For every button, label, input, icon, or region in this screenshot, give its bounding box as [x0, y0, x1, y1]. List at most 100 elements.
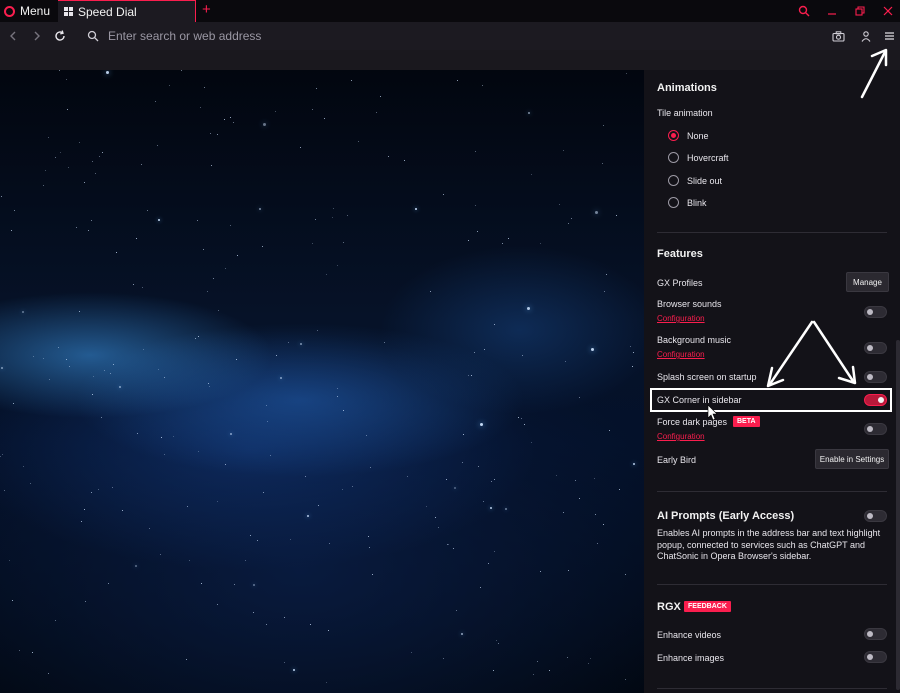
star: [84, 509, 85, 510]
gx-profiles-label: GX Profiles: [657, 278, 703, 288]
star: [79, 142, 80, 143]
section-divider: [657, 491, 887, 492]
panel-scrollbar-thumb[interactable]: [896, 340, 900, 690]
reload-button[interactable]: [52, 28, 68, 44]
star: [366, 435, 367, 436]
enhance-images-toggle[interactable]: [864, 651, 887, 663]
radio-button[interactable]: [668, 197, 679, 208]
star: [351, 80, 352, 81]
star: [518, 417, 519, 418]
feedback-badge[interactable]: FEEDBACK: [684, 601, 731, 612]
star: [106, 71, 109, 74]
back-button[interactable]: [5, 28, 21, 44]
address-input[interactable]: [108, 28, 608, 44]
star: [312, 243, 313, 244]
star: [293, 669, 295, 671]
search-icon: [798, 5, 810, 17]
star: [315, 219, 316, 220]
star: [92, 394, 93, 395]
new-tab-button[interactable]: +: [202, 1, 211, 19]
star: [482, 85, 483, 86]
star: [157, 145, 158, 146]
features-heading: Features: [657, 248, 703, 260]
star: [603, 524, 604, 525]
star: [488, 563, 489, 564]
star: [187, 506, 188, 507]
star: [448, 544, 449, 545]
background-music-toggle[interactable]: [864, 342, 887, 354]
beta-badge: BETA: [733, 416, 760, 427]
star: [55, 620, 56, 621]
star: [477, 231, 478, 232]
radio-button-selected[interactable]: [668, 130, 679, 141]
star: [370, 467, 371, 468]
star: [275, 111, 276, 112]
address-bar: [0, 22, 900, 50]
background-music-configuration-link[interactable]: Configuration: [657, 350, 705, 359]
star: [430, 291, 431, 292]
star: [1, 367, 3, 369]
section-divider: [657, 584, 887, 585]
browser-sounds-configuration-link[interactable]: Configuration: [657, 314, 705, 323]
star: [597, 543, 598, 544]
splash-screen-toggle[interactable]: [864, 371, 887, 383]
star: [342, 489, 343, 490]
radio-button[interactable]: [668, 175, 679, 186]
star: [531, 442, 532, 443]
star: [45, 170, 46, 171]
tab-speed-dial[interactable]: Speed Dial: [58, 0, 196, 22]
browser-sounds-toggle[interactable]: [864, 306, 887, 318]
star: [23, 466, 24, 467]
radio-label: None: [687, 130, 709, 141]
star: [173, 436, 174, 437]
animations-heading: Animations: [657, 82, 717, 94]
manage-profiles-button[interactable]: Manage: [846, 272, 889, 292]
forward-button[interactable]: [29, 28, 45, 44]
snapshot-button[interactable]: [830, 28, 846, 44]
star: [217, 604, 218, 605]
radio-button[interactable]: [668, 152, 679, 163]
star: [426, 506, 427, 507]
tile-animation-label: Tile animation: [657, 108, 713, 118]
close-button[interactable]: [874, 0, 900, 22]
account-button[interactable]: [858, 28, 874, 44]
radio-blink[interactable]: Blink: [668, 197, 707, 208]
star: [141, 164, 142, 165]
star: [149, 528, 150, 529]
star: [33, 356, 34, 357]
search-icon: [87, 30, 99, 42]
force-dark-configuration-link[interactable]: Configuration: [657, 432, 705, 441]
star: [326, 682, 327, 683]
star: [462, 462, 463, 463]
opera-menu-button[interactable]: Menu: [4, 2, 50, 20]
easy-setup-button[interactable]: [881, 28, 897, 44]
star: [626, 73, 627, 74]
star: [143, 349, 144, 350]
star: [333, 208, 334, 209]
radio-slide-out[interactable]: Slide out: [668, 175, 722, 186]
star: [446, 479, 447, 480]
star: [454, 487, 456, 489]
star: [284, 662, 285, 663]
star: [169, 85, 170, 86]
star: [468, 240, 469, 241]
star: [540, 243, 541, 244]
star: [203, 249, 204, 250]
star: [625, 574, 626, 575]
enable-in-settings-button[interactable]: Enable in Settings: [815, 449, 889, 469]
star: [372, 574, 373, 575]
star: [233, 122, 234, 123]
star: [147, 210, 148, 211]
star: [225, 268, 226, 269]
tab-search-button[interactable]: [790, 0, 818, 22]
star: [2, 454, 3, 455]
ai-prompts-toggle[interactable]: [864, 510, 887, 522]
star: [563, 512, 564, 513]
radio-hovercraft[interactable]: Hovercraft: [668, 152, 729, 163]
enhance-videos-toggle[interactable]: [864, 628, 887, 640]
radio-none[interactable]: None: [668, 130, 709, 141]
force-dark-pages-toggle[interactable]: [864, 423, 887, 435]
minimize-button[interactable]: [818, 0, 846, 22]
restore-button[interactable]: [846, 0, 874, 22]
tab-title: Speed Dial: [78, 4, 137, 19]
